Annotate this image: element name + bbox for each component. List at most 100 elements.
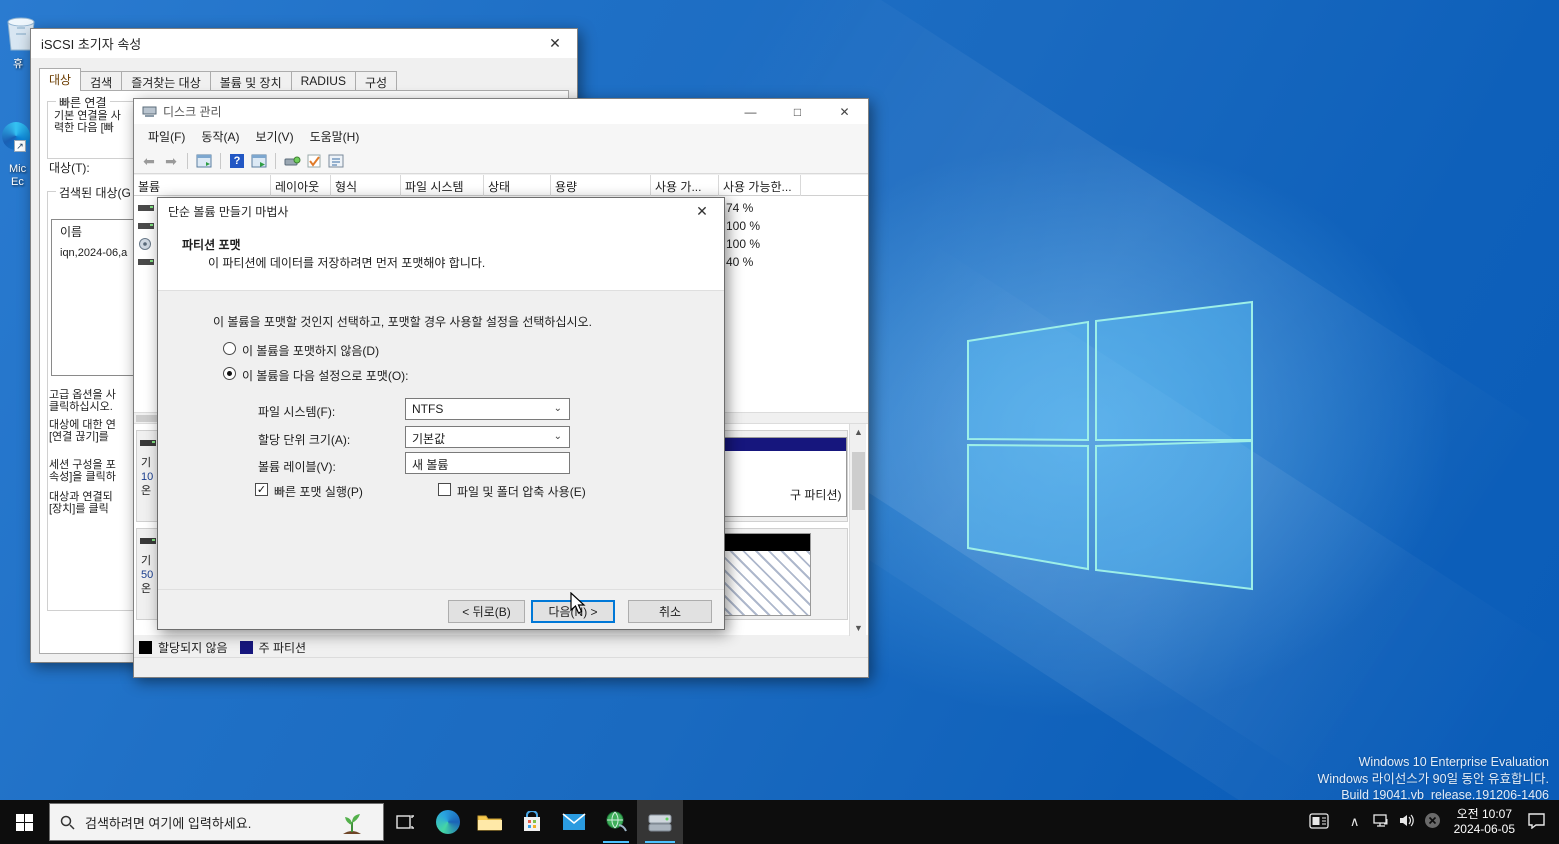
mail-icon: [562, 813, 586, 831]
wizard-intro-text: 이 볼륨을 포맷할 것인지 선택하고, 포맷할 경우 사용할 설정을 선택하십시…: [213, 313, 592, 330]
tab-targets[interactable]: 대상: [39, 68, 81, 91]
network-icon[interactable]: [1368, 813, 1394, 831]
compress-label[interactable]: 파일 및 폴더 압축 사용(E): [457, 483, 586, 500]
col-type[interactable]: 형식: [331, 175, 401, 196]
windows-logo-icon: [16, 814, 33, 831]
radio-format-label[interactable]: 이 볼륨을 다음 설정으로 포맷(O):: [242, 367, 408, 384]
volume-label-input[interactable]: 새 볼륨: [405, 452, 570, 474]
show-hide-icon[interactable]: [250, 153, 268, 170]
tab-discovery[interactable]: 검색: [80, 71, 122, 91]
search-highlight-sprout-icon[interactable]: [339, 808, 365, 838]
taskbar-explorer-button[interactable]: [469, 800, 511, 844]
shortcut-arrow-icon: ↗: [14, 140, 26, 152]
properties-icon[interactable]: [327, 153, 345, 170]
alloc-unit-select[interactable]: 기본값 ⌄: [405, 426, 570, 448]
start-button[interactable]: [0, 800, 48, 844]
task-view-button[interactable]: [385, 800, 427, 844]
tab-volumes-devices[interactable]: 볼륨 및 장치: [210, 71, 292, 91]
tab-configuration[interactable]: 구성: [355, 71, 397, 91]
menu-help[interactable]: 도움말(H): [302, 125, 368, 148]
edge-desktop-label: Mic: [9, 163, 26, 175]
status-x-icon[interactable]: [1420, 812, 1446, 832]
wizard-close-button[interactable]: ✕: [680, 198, 724, 224]
action-center-icon[interactable]: [1523, 812, 1549, 832]
tab-favorite-targets[interactable]: 즐겨찾는 대상: [121, 71, 211, 91]
taskbar-search-box[interactable]: 검색하려면 여기에 입력하세요.: [49, 803, 384, 841]
filesystem-select[interactable]: NTFS ⌄: [405, 398, 570, 420]
disk-b-icon: [140, 537, 157, 545]
disk-b-line2: 50: [141, 569, 153, 581]
taskbar-mail-button[interactable]: [553, 800, 595, 844]
quick-connect-text2: 력한 다음 [빠: [54, 122, 114, 135]
menu-action[interactable]: 동작(A): [193, 125, 247, 148]
menu-view[interactable]: 보기(V): [247, 125, 301, 148]
col-status[interactable]: 상태: [484, 175, 551, 196]
widgets-news-icon[interactable]: [1306, 813, 1332, 832]
forward-icon[interactable]: ➡: [162, 153, 180, 170]
free-percent-value: 100 %: [726, 219, 760, 233]
rescan-icon[interactable]: [283, 153, 301, 170]
check-icon[interactable]: [305, 153, 323, 170]
tab-radius[interactable]: RADIUS: [291, 71, 356, 91]
iscsi-close-button[interactable]: ✕: [533, 29, 577, 58]
minimize-button[interactable]: —: [727, 99, 774, 124]
compress-checkbox[interactable]: [438, 483, 451, 496]
radio-format-with-settings[interactable]: [223, 367, 236, 380]
edge-icon: [436, 810, 460, 834]
note-text: 속성]을 클릭하: [49, 471, 116, 484]
col-extra[interactable]: [801, 175, 870, 196]
col-volume[interactable]: 볼륨: [134, 175, 271, 196]
taskbar-iscsi-button[interactable]: [595, 800, 637, 844]
taskbar-diskmgmt-button[interactable]: [637, 800, 683, 844]
store-icon: [521, 811, 543, 833]
taskbar-clock[interactable]: 오전 10:07 2024-06-05: [1454, 807, 1515, 837]
menu-file[interactable]: 파일(F): [140, 125, 193, 148]
volume-label-label: 볼륨 레이블(V):: [258, 458, 336, 475]
diskmgmt-taskbar-icon: [647, 811, 673, 833]
scroll-up-icon[interactable]: ▲: [850, 424, 867, 440]
help-icon[interactable]: ?: [228, 153, 246, 170]
wizard-heading: 파티션 포맷: [182, 236, 241, 253]
back-icon[interactable]: ⬅: [140, 153, 158, 170]
diskmgmt-titlebar[interactable]: 디스크 관리 — □ ✕: [134, 99, 868, 124]
hidden-icons-chevron[interactable]: ∧: [1342, 814, 1368, 830]
col-free-percent[interactable]: 사용 가능한...: [719, 175, 801, 196]
col-free[interactable]: 사용 가...: [651, 175, 719, 196]
disk-a-line2: 10: [141, 471, 153, 483]
console-tree-icon[interactable]: [195, 153, 213, 170]
scroll-down-icon[interactable]: ▼: [850, 620, 867, 636]
col-filesystem[interactable]: 파일 시스템: [401, 175, 484, 196]
maximize-button[interactable]: □: [774, 99, 821, 124]
taskbar-store-button[interactable]: [511, 800, 553, 844]
wizard-subheading: 이 파티션에 데이터를 저장하려면 먼저 포맷해야 합니다.: [208, 254, 485, 271]
radio-no-format-label[interactable]: 이 볼륨을 포맷하지 않음(D): [242, 342, 379, 359]
vertical-scrollbar[interactable]: ▲ ▼: [849, 424, 866, 636]
col-capacity[interactable]: 용량: [551, 175, 651, 196]
quick-format-checkbox[interactable]: ✓: [255, 483, 268, 496]
close-button[interactable]: ✕: [821, 99, 868, 124]
free-percent-value: 100 %: [726, 237, 760, 251]
taskbar-edge-button[interactable]: [427, 800, 469, 844]
cancel-button[interactable]: 취소: [628, 600, 712, 623]
disk-a-line3: 온: [141, 485, 151, 497]
quick-format-label[interactable]: 빠른 포맷 실행(P): [274, 483, 363, 500]
eval-watermark: Windows 10 Enterprise Evaluation Windows…: [1318, 754, 1549, 804]
col-layout[interactable]: 레이아웃: [271, 175, 331, 196]
iscsi-globe-icon: [604, 811, 628, 833]
targets-list-item[interactable]: iqn,2024-06,a: [60, 247, 127, 260]
diskmgmt-toolbar: ⬅ ➡ ?: [134, 149, 868, 174]
alloc-unit-value: 기본값: [412, 432, 445, 446]
wizard-header: 파티션 포맷 이 파티션에 데이터를 저장하려면 먼저 포맷해야 합니다.: [158, 224, 724, 291]
disk-a-icon: [140, 439, 157, 447]
radio-no-format[interactable]: [223, 342, 236, 355]
clock-time: 오전 10:07: [1454, 807, 1515, 822]
iscsi-tabstrip: 대상 검색 즐겨찾는 대상 볼륨 및 장치 RADIUS 구성: [39, 68, 569, 91]
legend-primary-label: 주 파티션: [259, 639, 307, 656]
wizard-separator: [158, 589, 724, 590]
back-button[interactable]: < 뒤로(B): [448, 600, 525, 623]
iscsi-window-title: iSCSI 초기자 속성: [41, 34, 141, 53]
wizard-titlebar[interactable]: 단순 볼륨 만들기 마법사 ✕: [158, 198, 724, 224]
free-percent-value: 74 %: [726, 201, 753, 215]
volume-icon[interactable]: [1394, 813, 1420, 831]
iscsi-titlebar[interactable]: iSCSI 초기자 속성 ✕: [31, 29, 577, 58]
